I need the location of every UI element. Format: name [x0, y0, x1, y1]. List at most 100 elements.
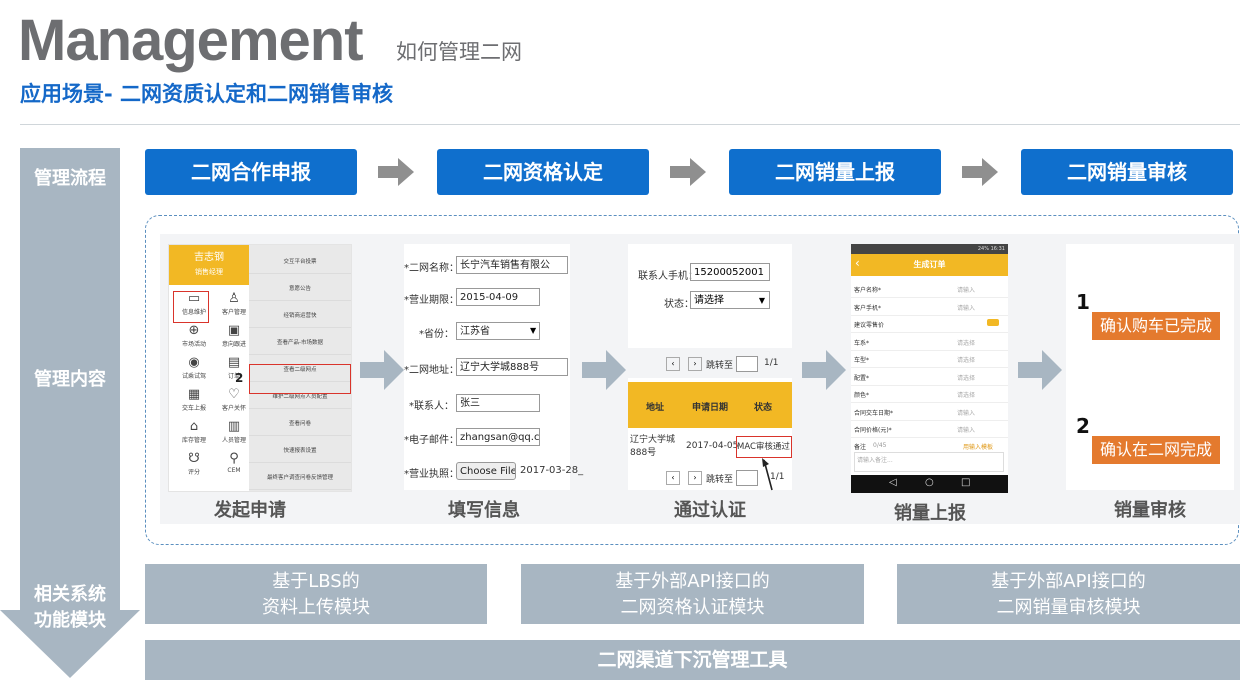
order-field-row: 客户手机* 请输入	[851, 298, 1008, 316]
chevron-down-icon: ▼	[530, 326, 537, 335]
cem-icon: ⚲	[229, 451, 239, 466]
cell-date: 2017-04-05	[686, 441, 739, 451]
grid-item-label: 交车上报	[181, 405, 206, 412]
remark-label: 备注	[854, 444, 867, 451]
form-field-value: 辽宁大学城888号	[456, 358, 568, 376]
grid-item-label: 评分	[187, 469, 200, 476]
col-status: 状态	[754, 403, 773, 413]
grid-item-label: 客户关怀	[221, 405, 246, 412]
caption-sales-report: 销量上报	[894, 503, 966, 524]
page-input	[736, 470, 758, 486]
form-field-value: 张三	[456, 394, 540, 412]
cell-address: 辽宁大学城888号	[630, 435, 676, 458]
step-arrow-icon	[670, 158, 706, 186]
caption-review: 销量审核	[1114, 500, 1186, 521]
header-divider	[20, 124, 1240, 125]
order-field-label: 客户名称*	[854, 287, 882, 294]
menu-item: 最终客户调查问卷反馈管理	[249, 467, 351, 490]
label-process: 管理流程	[34, 168, 106, 189]
system-module-qualification: 基于外部API接口的 二网资格认证模块	[521, 564, 864, 624]
order-field-label: 客户手机*	[854, 304, 882, 312]
flow-arrow-icon	[802, 350, 846, 390]
caption-apply: 发起申请	[214, 500, 286, 521]
form-field-label: *电子邮件：	[404, 435, 459, 446]
menu-item: 快速报表设置	[249, 440, 351, 463]
order-field-label: 配置*	[854, 374, 870, 382]
remark-count: 0/45	[873, 442, 887, 449]
order-field-row: 合同交车日期* 请输入	[851, 403, 1008, 421]
order-field-row: 颜色* 请选择	[851, 385, 1008, 403]
menu-item: 交互平台投票	[249, 251, 351, 274]
step-1: 二网合作申报	[145, 149, 357, 195]
next-page-icon: ›	[688, 471, 702, 485]
grid-item: ⚲ CEM	[215, 451, 253, 483]
order-field-row: 配置* 请选择	[851, 368, 1008, 386]
chevron-down-icon: ▼	[758, 296, 765, 305]
screenshot-certify: 联系人手机： 15200052001 状态： 请选择 ▼ ‹ › 跳转至 1/1 …	[628, 244, 792, 491]
step-arrow-icon	[962, 158, 998, 186]
form-field-value: 2015-04-09	[456, 288, 540, 306]
prev-page-icon: ‹	[666, 471, 680, 485]
step-4: 二网销量审核	[1021, 149, 1233, 195]
grid-item: ◉ 试乘试驾	[175, 355, 213, 387]
staff-icon: ▥	[227, 419, 241, 434]
file-name: 2017-03-28_	[520, 465, 584, 476]
order-field-label: 合同价格(元)*	[854, 427, 892, 434]
order-field-value: 请选择	[957, 357, 976, 364]
flow-arrow-icon	[1018, 350, 1062, 390]
form-field-value: 江苏省	[456, 322, 540, 340]
form-field-label: *营业期限：	[404, 295, 459, 306]
form-field-label: *联系人：	[409, 401, 454, 412]
form-field-label: *营业执照：	[404, 469, 459, 480]
caption-certify: 通过认证	[674, 500, 746, 521]
step-marker: 2	[235, 371, 244, 385]
user-role: 销售经理	[195, 268, 223, 276]
col-date: 申请日期	[692, 403, 729, 413]
grid-item: ▤ 订单	[215, 355, 253, 387]
form-field-label: *二网地址：	[404, 365, 459, 376]
order-field-value: 请选择	[957, 339, 976, 347]
user-icon: ♙	[228, 291, 240, 306]
step-2: 二网资格认定	[437, 149, 649, 195]
grid-item: ♡ 客户关怀	[215, 387, 253, 419]
order-field-value: 请选择	[957, 392, 976, 399]
review-number-1: 1	[1076, 290, 1090, 314]
status-bar: 24% 16:31	[851, 244, 1008, 254]
globe-icon: ⊕	[188, 323, 200, 338]
menu-item: 查看问卷	[249, 413, 351, 436]
pager-label: 跳转至	[706, 475, 734, 485]
highlight-box	[173, 291, 209, 323]
grid-item: ♙ 客户管理	[215, 291, 253, 323]
user-header: 吉志钢 销售经理	[169, 245, 249, 285]
grid-item: ▦ 交车上报	[175, 387, 213, 419]
system-module-lbs: 基于LBS的 资料上传模块	[145, 564, 487, 624]
grid-item-label: 人员管理	[221, 437, 246, 444]
order-field-value: 请输入	[957, 427, 976, 434]
step-3: 二网销量上报	[729, 149, 941, 195]
review-confirm-purchase: 确认购车已完成	[1092, 312, 1220, 340]
screenshot-sales-report: 24% 16:31 ‹ 生成订单 客户名称* 请输入 客户手机* 请输入 建议零售价 车系…	[851, 244, 1008, 493]
order-field-value: 请选择	[957, 374, 976, 382]
review-number-2: 2	[1076, 414, 1090, 438]
order-field-row: 客户名称* 请输入	[851, 280, 1008, 298]
form-field-label: *省份：	[419, 329, 454, 340]
pager-total: 1/1	[770, 472, 785, 482]
phone-label: 联系人手机：	[638, 271, 698, 282]
review-confirm-channel: 确认在二网完成	[1092, 436, 1220, 464]
order-field-value: 请输入	[957, 287, 976, 294]
grid-item-label: 库存管理	[181, 437, 206, 444]
menu-item: 查看产品-市场数据	[249, 332, 351, 355]
heart-icon: ♡	[228, 387, 240, 402]
order-field-label: 车系*	[854, 339, 870, 347]
grid-item-label: 试乘试驾	[181, 373, 206, 380]
remark-field: 请输入备注...	[854, 452, 1004, 472]
remark-template-link: 用输入模板	[963, 444, 994, 451]
cell-status: MAC审核通过	[736, 436, 792, 458]
nav-home-icon: ○	[925, 477, 934, 488]
order-field-label: 建议零售价	[854, 322, 885, 329]
grid-item-label: 市场活动	[181, 341, 206, 348]
next-page-icon: ›	[688, 357, 702, 371]
user-name: 吉志钢	[194, 252, 224, 263]
order-icon: ▤	[227, 355, 241, 370]
status-select: 请选择 ▼	[690, 291, 770, 309]
